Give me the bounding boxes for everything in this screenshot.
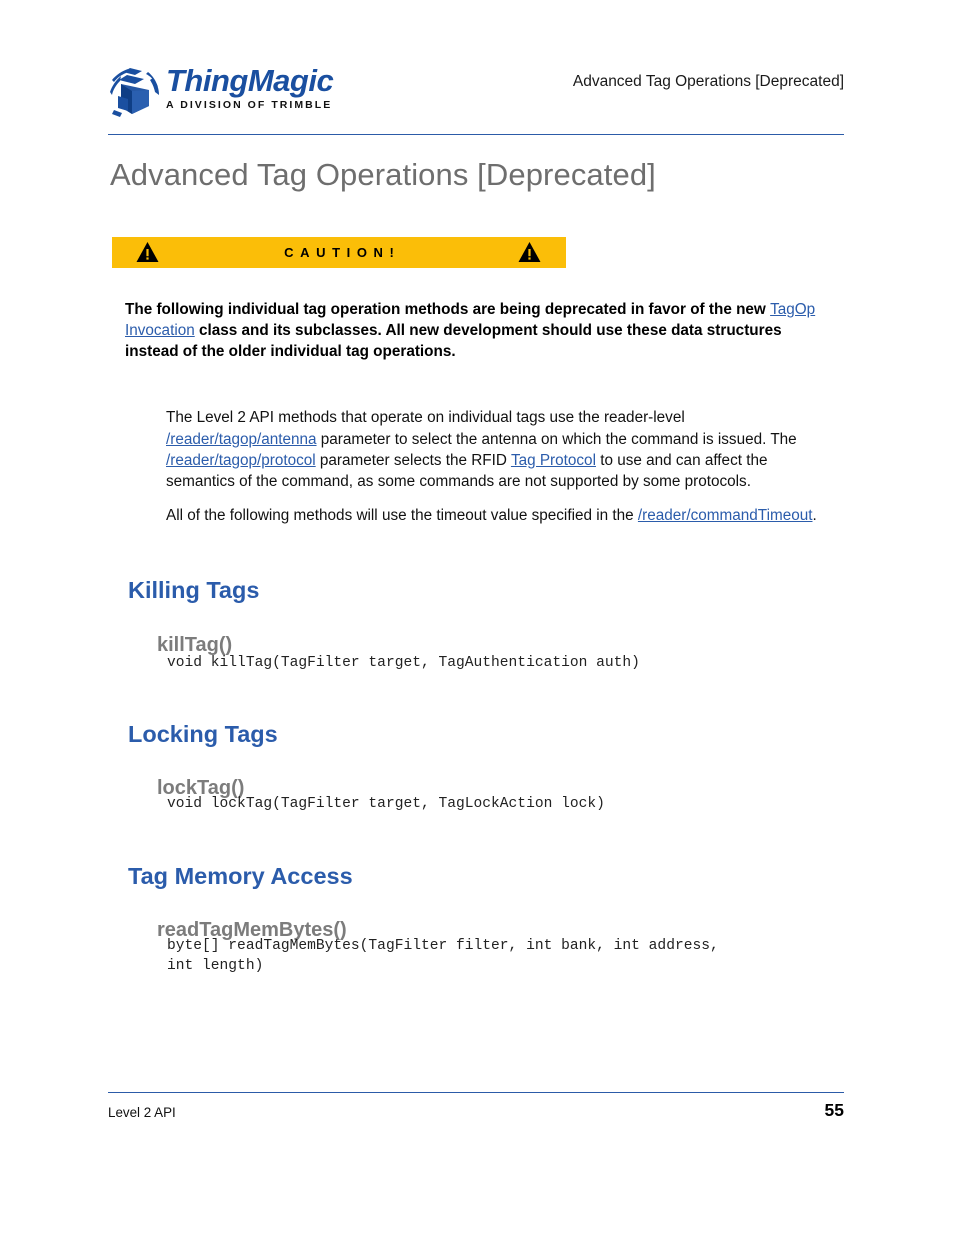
caution-banner: CAUTION!	[112, 237, 566, 268]
stacked-cube-icon	[108, 66, 164, 120]
caution-body-prefix: The following individual tag operation m…	[125, 301, 771, 319]
footer-label: Level 2 API	[108, 1105, 176, 1120]
paragraph-command-timeout: All of the following methods will use th…	[166, 505, 829, 526]
logo-wordmark-group: ThingMagic A DIVISION OF TRIMBLE	[166, 64, 406, 112]
paragraph-text: parameter selects the RFID	[315, 451, 511, 469]
page-header: ThingMagic A DIVISION OF TRIMBLE Advance…	[108, 58, 844, 128]
footer-divider	[108, 1092, 844, 1093]
section-heading-killing-tags: Killing Tags	[128, 576, 260, 603]
logo-tagline: A DIVISION OF TRIMBLE	[166, 99, 333, 111]
paragraph-text: All of the following methods will use th…	[166, 507, 638, 525]
running-head: Advanced Tag Operations [Deprecated]	[572, 73, 844, 90]
thingmagic-logo: ThingMagic A DIVISION OF TRIMBLE	[108, 64, 334, 124]
section-heading-tag-memory-access: Tag Memory Access	[128, 862, 353, 889]
page-title: Advanced Tag Operations [Deprecated]	[110, 157, 656, 192]
code-signature-locktag: void lockTag(TagFilter target, TagLockAc…	[167, 796, 605, 812]
link-reader-tagop-protocol[interactable]: /reader/tagop/protocol	[166, 452, 316, 469]
paragraph-text: .	[812, 507, 817, 525]
header-divider	[108, 134, 844, 135]
paragraph-tagop-params: The Level 2 API methods that operate on …	[166, 407, 829, 492]
page-number: 55	[824, 1100, 844, 1120]
link-reader-tagop-antenna[interactable]: /reader/tagop/antenna	[166, 431, 317, 448]
caution-body-suffix: class and its subclasses. All new develo…	[125, 322, 782, 360]
code-signature-killtag: void killTag(TagFilter target, TagAuthen…	[167, 655, 640, 671]
caution-label: CAUTION!	[284, 245, 401, 260]
section-heading-locking-tags: Locking Tags	[128, 720, 278, 747]
logo-wordmark: ThingMagic	[166, 63, 334, 98]
warning-triangle-icon	[518, 241, 541, 263]
document-page: ThingMagic A DIVISION OF TRIMBLE Advance…	[0, 0, 954, 1235]
paragraph-text: parameter to select the antenna on which…	[316, 430, 797, 448]
link-tag-protocol[interactable]: Tag Protocol	[511, 452, 596, 469]
link-reader-command-timeout[interactable]: /reader/commandTimeout	[638, 507, 813, 524]
paragraph-text: The Level 2 API methods that operate on …	[166, 409, 685, 427]
caution-body-text: The following individual tag operation m…	[125, 300, 831, 362]
code-signature-readtagmembytes: byte[] readTagMemBytes(TagFilter filter,…	[167, 938, 719, 974]
